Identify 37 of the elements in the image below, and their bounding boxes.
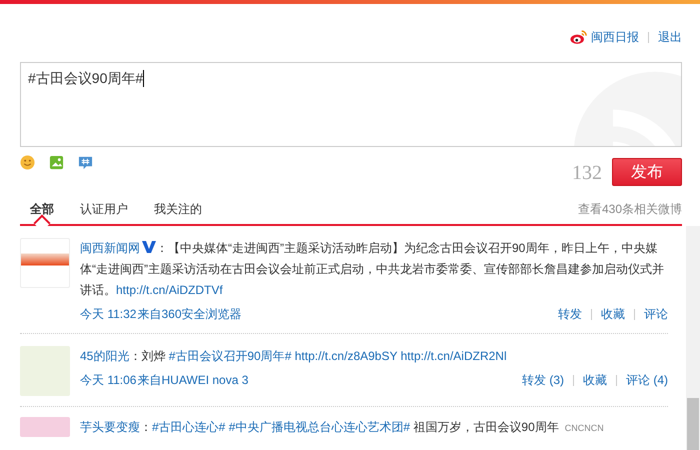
smiley-icon[interactable]: [20, 155, 35, 170]
source-link[interactable]: 来自HUAWEI nova 3: [137, 373, 248, 387]
post-link[interactable]: http://t.cn/AiDZDTVf: [116, 283, 223, 297]
post-text: 45的阳光：刘烨 #古田会议召开90周年# http://t.cn/z8A9bSY http://t.cn/AiDZR2Nl: [80, 348, 508, 365]
post-link[interactable]: #中央广播电视总台心连心艺术团#: [228, 420, 410, 434]
post-text: 芋头要变瘦：#古田心连心# #中央广播电视总台心连心艺术团# 祖国万岁，古田会议90周年 CNCNCN: [80, 419, 605, 436]
post-time-link[interactable]: 今天 11:32: [80, 307, 136, 321]
post-text: 闽西新闻网 ：【中央媒体“走进闽西”主题采访活动昨启动】为纪念古田会议召开90周年，昨日上午，中央媒体“走进闽西”主题采访活动在古田会议会址前正式启动，中共龙岩市委常委、宣传部部长詹昌建参加启动仪式并讲话。http://t.cn/AiDZDTVf: [80, 240, 665, 299]
author-link[interactable]: 芋头要变瘦: [80, 420, 140, 434]
source-tag: CNCNCN: [564, 423, 604, 433]
filter-tab[interactable]: 认证用户: [70, 195, 138, 223]
action-link[interactable]: 收藏: [583, 371, 607, 389]
post-link[interactable]: http://t.cn/z8A9bSY: [294, 349, 398, 363]
image-icon[interactable]: [49, 155, 64, 170]
avatar-image[interactable]: [20, 238, 70, 288]
action-link[interactable]: 收藏: [601, 305, 625, 323]
compose-field[interactable]: #古田会议90周年#: [20, 62, 682, 147]
publish-button[interactable]: 发布: [612, 158, 682, 186]
filter-tab[interactable]: 我关注的: [144, 195, 212, 223]
logout-link[interactable]: 退出: [658, 28, 682, 46]
post-link[interactable]: #古田心连心#: [152, 420, 226, 434]
action-link[interactable]: 转发 (3): [522, 371, 564, 389]
author-link[interactable]: 闽西新闻网: [80, 241, 140, 255]
action-link[interactable]: 评论: [644, 305, 668, 323]
topic-icon[interactable]: [78, 155, 93, 170]
weibo-logo-icon: [570, 29, 588, 45]
action-link[interactable]: 评论 (4): [626, 371, 668, 389]
post-time-link[interactable]: 今天 11:06: [80, 373, 136, 387]
action-link[interactable]: 转发: [558, 305, 582, 323]
post-link[interactable]: http://t.cn/AiDZR2Nl: [400, 349, 507, 363]
source-link[interactable]: 来自360安全浏览器: [137, 307, 242, 321]
more-posts-link[interactable]: 查看430条相关微博: [578, 200, 682, 218]
scrollbar-drawing[interactable]: [686, 226, 700, 450]
post-link[interactable]: #古田会议召开90周年#: [168, 349, 292, 363]
character-counter: 132: [572, 161, 602, 186]
account-link[interactable]: 闽西日报: [591, 28, 639, 46]
author-link[interactable]: 45的阳光: [80, 349, 130, 363]
